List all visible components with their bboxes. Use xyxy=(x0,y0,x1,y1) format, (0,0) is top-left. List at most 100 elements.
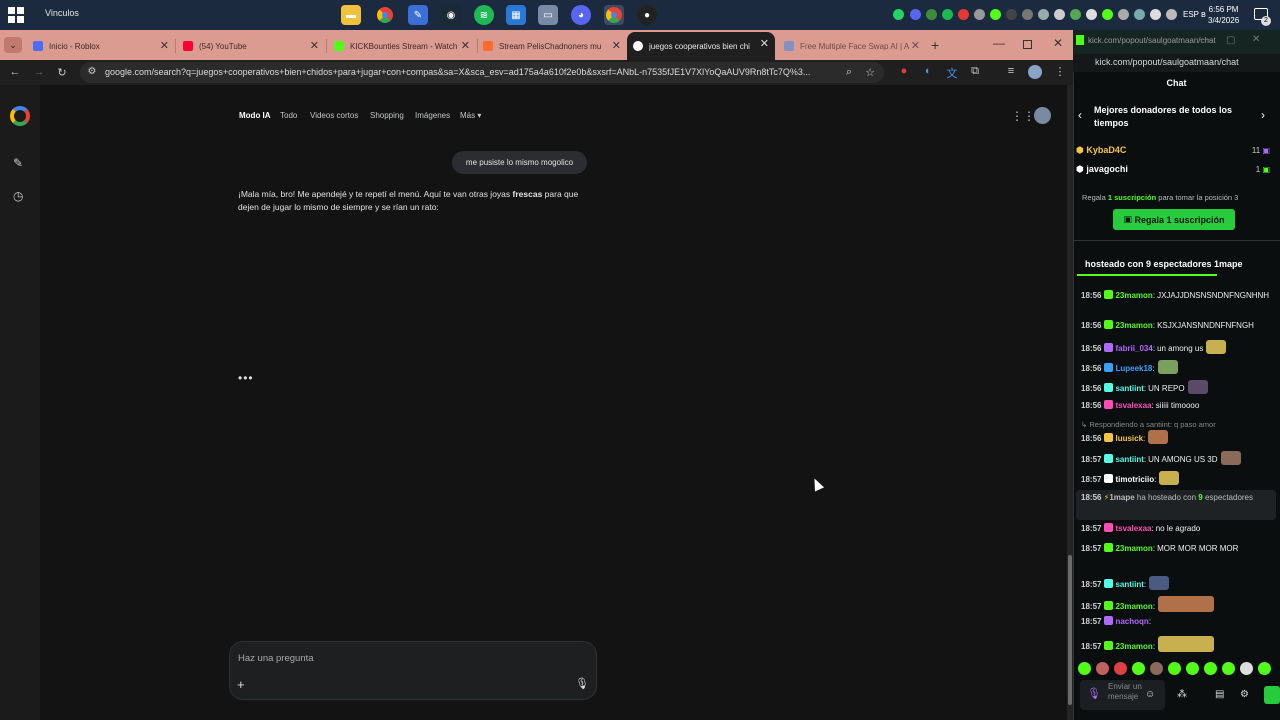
message-username[interactable]: 23mamon xyxy=(1115,602,1152,611)
tab-stream[interactable]: Stream PelisChadnoners mu ✕ xyxy=(477,34,627,58)
history-icon[interactable]: ◷ xyxy=(13,189,23,203)
tab-kick[interactable]: KICKBounties Stream - Watch ✕ xyxy=(328,34,476,58)
microphone-tray-icon[interactable] xyxy=(1054,9,1065,20)
emote-icon[interactable] xyxy=(1078,662,1091,675)
close-window-button[interactable]: ✕ xyxy=(1053,36,1063,50)
add-attachment-button[interactable]: + xyxy=(237,677,245,692)
file-explorer-icon[interactable]: ▬ xyxy=(341,5,361,25)
emoji-icon[interactable]: ☺ xyxy=(1145,689,1155,700)
steam-tray-icon[interactable] xyxy=(1086,9,1097,20)
tray-icon[interactable] xyxy=(958,9,969,20)
microphone-icon[interactable]: 🎙 xyxy=(1087,687,1101,700)
taskbar-links-label[interactable]: Vinculos xyxy=(45,8,79,18)
app-icon[interactable]: ✎ xyxy=(408,5,428,25)
google-logo-icon[interactable] xyxy=(10,106,30,126)
message-username[interactable]: tsvalexaa xyxy=(1115,524,1151,533)
donor-row[interactable]: ⬢ KybaD4C xyxy=(1076,145,1126,156)
language-indicator[interactable]: ESP xyxy=(1183,10,1199,19)
donor-row[interactable]: ⬢ javagochi xyxy=(1076,164,1128,175)
spotify-icon[interactable]: ≋ xyxy=(474,5,494,25)
message-username[interactable]: tsvalexaa xyxy=(1115,401,1151,410)
store-icon[interactable]: ▦ xyxy=(506,5,526,25)
message-username[interactable]: 23mamon xyxy=(1115,544,1152,553)
message-username[interactable]: timotriciio xyxy=(1115,475,1154,484)
emote-icon[interactable] xyxy=(1240,662,1253,675)
chrome-icon[interactable] xyxy=(375,5,395,25)
tray-icon[interactable] xyxy=(1022,9,1033,20)
media-icon[interactable]: ≡ xyxy=(1004,65,1018,77)
send-chat-button[interactable] xyxy=(1264,686,1280,704)
forward-icon[interactable]: → xyxy=(32,66,46,78)
new-tab-button[interactable]: + xyxy=(931,37,939,53)
account-avatar[interactable] xyxy=(1034,107,1051,124)
obs-icon[interactable]: ● xyxy=(637,5,657,25)
discord-tray-icon[interactable] xyxy=(910,9,921,20)
tray-icon[interactable] xyxy=(1070,9,1081,20)
close-tab-icon[interactable]: ✕ xyxy=(160,39,169,52)
message-username[interactable]: nachoqn xyxy=(1115,617,1148,626)
emote-icon[interactable] xyxy=(1114,662,1127,675)
chat-input-placeholder[interactable]: Enviar un mensaje xyxy=(1108,682,1148,702)
chrome-active-icon[interactable] xyxy=(604,5,624,25)
ask-input-box[interactable] xyxy=(229,641,597,700)
nav-shopping[interactable]: Shopping xyxy=(370,111,404,120)
tab-faceswap[interactable]: Free Multiple Face Swap AI | A ✕ xyxy=(778,34,926,58)
emote-icon[interactable] xyxy=(1222,662,1235,675)
message-username[interactable]: santiint xyxy=(1115,455,1143,464)
app-window-icon[interactable]: ▭ xyxy=(538,5,558,25)
scrollbar-thumb[interactable] xyxy=(1068,555,1072,705)
extension-icon[interactable]: ◖ xyxy=(920,65,934,77)
gift-subscription-button[interactable]: ▣ Regala 1 suscripción xyxy=(1113,209,1235,230)
chat-close-button[interactable]: ✕ xyxy=(1252,34,1260,45)
close-tab-icon[interactable]: ✕ xyxy=(310,39,319,52)
emote-icon[interactable] xyxy=(1168,662,1181,675)
message-username[interactable]: 23mamon xyxy=(1115,321,1152,330)
clock[interactable]: 6:56 PM 3/4/2026 xyxy=(1208,4,1239,26)
new-chat-icon[interactable]: ✎ xyxy=(13,156,23,170)
emote-icon[interactable] xyxy=(1150,662,1163,675)
menu-icon[interactable]: ⋮ xyxy=(1053,65,1067,78)
bluetooth-icon[interactable]: ʙ xyxy=(1201,9,1206,19)
message-username[interactable]: santiint xyxy=(1115,384,1143,393)
translate-extension-icon[interactable]: 文 xyxy=(945,65,959,81)
tab-roblox[interactable]: Inicio - Roblox ✕ xyxy=(27,34,175,58)
tab-google-active[interactable]: juegos cooperativos bien chi ✕ xyxy=(627,32,775,60)
chevron-right-icon[interactable]: › xyxy=(1261,108,1265,122)
emote-icon[interactable] xyxy=(1258,662,1271,675)
settings-gear-icon[interactable]: ⚙ xyxy=(1240,689,1249,700)
whatsapp-tray-icon[interactable] xyxy=(893,9,904,20)
nav-todo[interactable]: Todo xyxy=(280,111,297,120)
close-tab-icon[interactable]: ✕ xyxy=(911,39,920,52)
chat-minimize-button[interactable]: — xyxy=(1200,34,1210,45)
minimize-button[interactable]: — xyxy=(993,36,1005,50)
discord-icon[interactable]: ◕ xyxy=(571,5,591,25)
tab-youtube[interactable]: (54) YouTube ✕ xyxy=(177,34,325,58)
microphone-icon[interactable]: 🎙 xyxy=(575,677,589,690)
extensions-puzzle-icon[interactable]: ⧉ xyxy=(968,65,982,78)
ask-input-placeholder[interactable]: Haz una pregunta xyxy=(238,653,314,664)
tray-icon[interactable] xyxy=(1006,9,1017,20)
tray-icon[interactable] xyxy=(974,9,985,20)
message-username[interactable]: luusick xyxy=(1115,434,1143,443)
message-username[interactable]: Lupeek18 xyxy=(1115,364,1152,373)
nav-videos-cortos[interactable]: Videos cortos xyxy=(310,111,358,120)
tray-icon[interactable] xyxy=(1102,9,1113,20)
tray-icon[interactable] xyxy=(1150,9,1161,20)
message-username[interactable]: 23mamon xyxy=(1115,642,1152,651)
message-username[interactable]: fabrii_034 xyxy=(1115,344,1152,353)
search-icon[interactable]: ⌕ xyxy=(842,66,856,79)
back-icon[interactable]: ← xyxy=(8,66,22,78)
tray-icon[interactable] xyxy=(1134,9,1145,20)
close-tab-icon[interactable]: ✕ xyxy=(612,39,621,52)
kick-tray-icon[interactable] xyxy=(990,9,1001,20)
store-icon[interactable]: ▤ xyxy=(1215,689,1224,700)
nav-modo-ia[interactable]: Modo IA xyxy=(239,111,271,120)
nav-imagenes[interactable]: Imágenes xyxy=(415,111,450,120)
chevron-left-icon[interactable]: ‹ xyxy=(1078,108,1082,122)
spotify-tray-icon[interactable] xyxy=(942,9,953,20)
emote-icon[interactable] xyxy=(1132,662,1145,675)
emote-icon[interactable] xyxy=(1204,662,1217,675)
close-tab-icon[interactable]: ✕ xyxy=(461,39,470,52)
bookmark-star-icon[interactable]: ☆ xyxy=(863,66,877,79)
chat-url[interactable]: kick.com/popout/saulgoatmaan/chat xyxy=(1095,57,1239,67)
